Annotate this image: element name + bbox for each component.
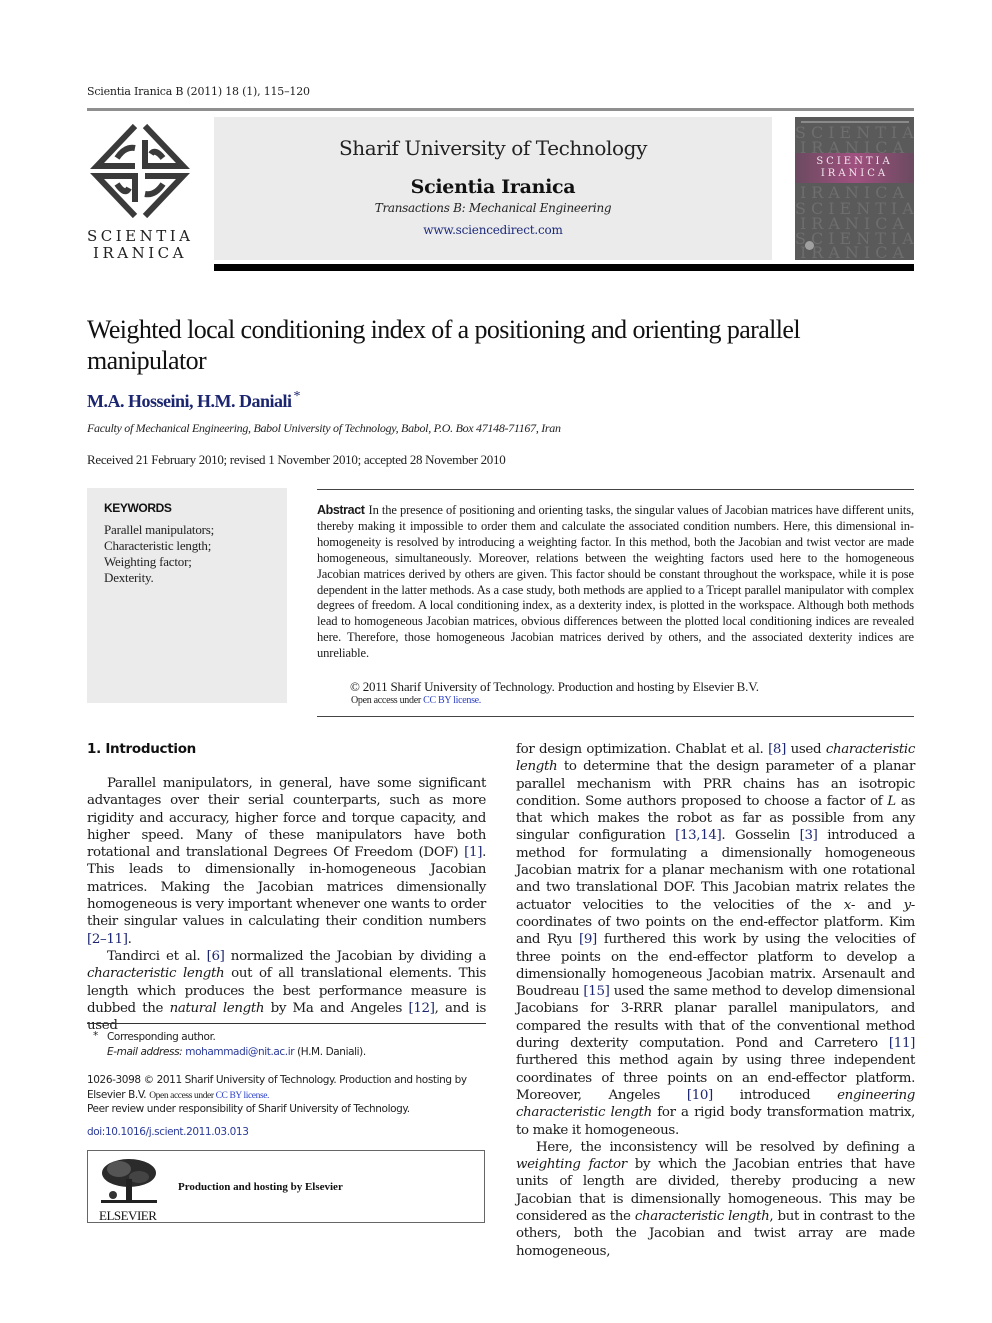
- journal-banner: Sharif University of Technology Scientia…: [214, 117, 772, 260]
- keyword-item: Weighting factor;: [104, 554, 192, 569]
- text: Peer review under responsibility of Shar…: [87, 1103, 287, 1115]
- elsevier-hosting-box: ELSEVIER Production and hosting by Elsev…: [87, 1150, 485, 1223]
- keyword-item: Parallel manipulators;: [104, 522, 215, 537]
- elsevier-bv: Elsevier B.V.: [87, 1089, 147, 1101]
- university-name: Sharif University of Technology: [339, 136, 647, 160]
- header-rule: [87, 108, 914, 111]
- left-column: Parallel manipulators, in general, have …: [87, 775, 486, 1034]
- abstract-copyright: © 2011 Sharif University of Technology. …: [350, 679, 759, 694]
- citation-link[interactable]: [8]: [768, 742, 786, 757]
- corresponding-author-mark[interactable]: *: [294, 389, 301, 404]
- elsevier-tree-logo-icon: [101, 1159, 157, 1203]
- abstract-open-access: Open access under CC BY license.: [351, 695, 481, 706]
- email-link[interactable]: mohammadi@nit.ac.ir: [185, 1046, 294, 1058]
- text: . Gosselin: [721, 828, 800, 844]
- citation-link[interactable]: [6]: [207, 949, 225, 964]
- article-title: Weighted local conditioning index of a p…: [87, 315, 801, 375]
- text: introduced: [712, 1087, 838, 1103]
- elsevier-wordmark: ELSEVIER: [99, 1208, 157, 1223]
- emphasis: x: [843, 897, 852, 913]
- footnote-rule: [87, 1023, 486, 1024]
- email-suffix: (H.M. Daniali).: [297, 1046, 366, 1058]
- citation-link[interactable]: [1]: [464, 845, 482, 860]
- emphasis: y: [903, 897, 912, 913]
- text: Tandirci et al.: [107, 948, 207, 964]
- cc-by-license-link[interactable]: CC BY license.: [423, 695, 481, 706]
- emphasis: natural length: [169, 1000, 265, 1016]
- cover-title-band: SCIENTIA IRANICA: [795, 153, 914, 183]
- running-head: Scientia Iranica B (2011) 18 (1), 115–12…: [87, 85, 310, 98]
- abstract: Abstract In the presence of positioning a…: [317, 503, 914, 662]
- article-dates: Received 21 February 2010; revised 1 Nov…: [87, 452, 506, 467]
- keyword-item: Characteristic length;: [104, 538, 212, 553]
- author-affiliation: Faculty of Mechanical Engineering, Babol…: [87, 421, 561, 435]
- journal-name: Scientia Iranica: [410, 176, 576, 198]
- text: Parallel manipulators, in general, have …: [87, 776, 486, 861]
- text: - and: [850, 897, 904, 913]
- keywords-heading: KEYWORDS: [104, 501, 172, 515]
- open-access-text: Open access under: [149, 1091, 216, 1101]
- abstract-text: In the presence of positioning and orien…: [317, 503, 914, 661]
- cover-title-line1: SCIENTIA: [816, 156, 893, 167]
- doi-link[interactable]: doi:10.1016/j.scient.2011.03.013: [87, 1125, 249, 1140]
- keyword-item: Dexterity.: [104, 570, 154, 585]
- text: Here, the inconsistency will be resolved…: [536, 1139, 915, 1155]
- abstract-label: Abstract: [317, 503, 365, 517]
- journal-url-link[interactable]: www.sciencedirect.com: [214, 223, 772, 237]
- logo-text-line2: IRANICA: [93, 244, 187, 262]
- right-column: for design optimization. Chablat et al. …: [516, 741, 915, 1260]
- citation-link[interactable]: [10]: [687, 1088, 713, 1103]
- journal-logo: SCIENTIA IRANICA: [87, 118, 193, 263]
- paragraph: Parallel manipulators, in general, have …: [87, 775, 486, 948]
- emphasis: characteristic length: [634, 1209, 770, 1225]
- scientia-iranica-knot-logo-icon: [90, 123, 190, 219]
- header-thick-rule: [214, 264, 914, 271]
- text: University of Technology.: [289, 1103, 410, 1115]
- elsevier-hosting-text: Production and hosting by Elsevier: [178, 1181, 343, 1193]
- footnote-email: E-mail address: mohammadi@nit.ac.ir (H.M…: [107, 1045, 366, 1060]
- cover-title-line2: IRANICA: [820, 168, 889, 179]
- footnote-star: *: [93, 1030, 98, 1042]
- text: normalized the Jacobian by dividing a: [224, 948, 487, 964]
- issn-line: 1026-3098 © 2011 Sharif University of Te…: [87, 1074, 467, 1086]
- section-heading-introduction: 1. Introduction: [87, 741, 196, 757]
- open-access-text: Open access under: [351, 695, 424, 706]
- logo-text-line1: SCIENTIA: [87, 227, 194, 245]
- citation-link[interactable]: [9]: [579, 932, 597, 947]
- citation-link[interactable]: [2–11]: [87, 932, 128, 947]
- emphasis: weighting factor: [516, 1157, 627, 1173]
- paragraph: for design optimization. Chablat et al. …: [516, 741, 915, 1139]
- text: by Ma and Angeles: [264, 1000, 409, 1016]
- text: for design optimization. Chablat et al.: [516, 742, 769, 757]
- abstract-rule-bottom: [317, 716, 914, 717]
- paragraph: Here, the inconsistency will be resolved…: [516, 1139, 915, 1260]
- email-label: E-mail address:: [107, 1046, 183, 1058]
- citation-link[interactable]: [13,14]: [675, 828, 722, 843]
- text: used: [785, 742, 826, 757]
- journal-section: Transactions B: Mechanical Engineering: [374, 201, 612, 215]
- abstract-rule-top: [317, 489, 914, 490]
- citation-link[interactable]: [3]: [800, 828, 818, 843]
- emphasis: characteristic length: [87, 966, 225, 982]
- footnote-corresponding: Corresponding author.: [107, 1031, 216, 1043]
- keywords-list: Parallel manipulators; Characteristic le…: [104, 522, 214, 586]
- emphasis: L: [887, 793, 896, 809]
- keywords-box: KEYWORDS Parallel manipulators; Characte…: [87, 488, 287, 703]
- journal-cover-image: SCIENTIA IRANICA IRANICA SCIENTIA IRANIC…: [795, 117, 914, 260]
- text: .: [127, 931, 132, 947]
- citation-link[interactable]: [11]: [889, 1036, 915, 1051]
- article-authors: M.A. Hosseini, H.M. Daniali *: [87, 389, 301, 412]
- cover-seal-icon: [805, 241, 814, 250]
- author-names[interactable]: M.A. Hosseini, H.M. Daniali: [87, 391, 292, 411]
- cc-by-license-link[interactable]: CC BY license.: [216, 1091, 270, 1101]
- paragraph: Tandirci et al. [6] normalized the Jacob…: [87, 948, 486, 1034]
- citation-link[interactable]: [12]: [408, 1001, 434, 1016]
- peer-review-line: Peer review under responsibility of Shar…: [87, 1102, 410, 1117]
- citation-link[interactable]: [15]: [583, 984, 609, 999]
- text: to determine that the design parameter o…: [516, 759, 915, 809]
